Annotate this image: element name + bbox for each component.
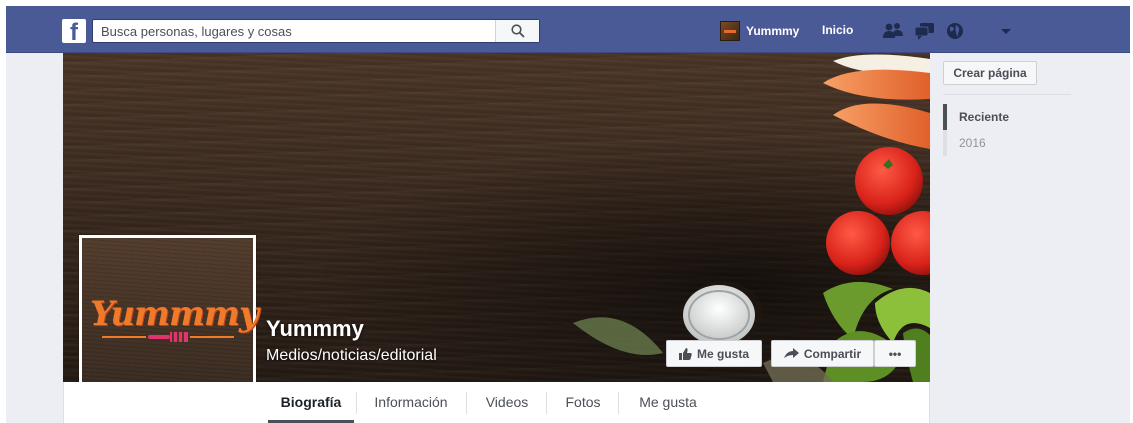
brand-logo: Yummmy	[90, 294, 259, 334]
fork-icon	[102, 332, 234, 342]
tab-information[interactable]: Información	[360, 382, 462, 423]
messages-icon[interactable]	[914, 21, 936, 41]
home-link[interactable]: Inicio	[822, 23, 853, 37]
timeline-item-recent[interactable]: Reciente	[943, 104, 1071, 130]
facebook-logo-icon[interactable]: f	[62, 19, 86, 43]
thumbs-up-icon	[678, 347, 692, 360]
profile-name: Yummmy	[746, 24, 800, 38]
more-options-button[interactable]: •••	[874, 340, 916, 367]
share-button-label: Compartir	[803, 346, 862, 361]
screenshot-frame: f Yummmy Inicio	[0, 0, 1133, 423]
tab-videos[interactable]: Videos	[472, 382, 542, 423]
chevron-down-icon[interactable]	[1000, 28, 1012, 36]
timeline-item-2016[interactable]: 2016	[943, 130, 1071, 156]
page-title: Yummmy	[266, 316, 364, 341]
tab-photos[interactable]: Fotos	[552, 382, 614, 423]
tab-divider	[466, 392, 467, 414]
like-button[interactable]: Me gusta	[666, 340, 762, 367]
top-navigation-bar: f Yummmy Inicio	[6, 6, 1130, 53]
timeline-navigation: Reciente 2016	[943, 104, 1071, 156]
page-tabs: Biografía Información Videos Fotos Me gu…	[63, 382, 930, 423]
search-button[interactable]	[495, 20, 539, 42]
like-button-label: Me gusta	[696, 346, 749, 361]
share-arrow-icon	[783, 348, 799, 358]
page-category: Medios/noticias/editorial	[266, 347, 437, 364]
divider	[943, 94, 1071, 95]
tab-likes[interactable]: Me gusta	[624, 382, 712, 423]
globe-icon[interactable]	[944, 21, 966, 41]
avatar	[720, 21, 740, 41]
profile-shortcut[interactable]: Yummmy	[720, 19, 799, 43]
friends-icon[interactable]	[882, 21, 904, 41]
tab-timeline[interactable]: Biografía	[268, 382, 354, 423]
tab-divider	[618, 392, 619, 414]
search-box	[92, 19, 540, 43]
tab-divider	[356, 392, 357, 414]
search-icon	[511, 24, 525, 38]
create-page-button[interactable]: Crear página	[943, 61, 1037, 85]
search-input[interactable]	[93, 20, 499, 42]
more-dots-icon: •••	[888, 346, 902, 361]
tab-divider	[546, 392, 547, 414]
share-button[interactable]: Compartir	[771, 340, 874, 367]
